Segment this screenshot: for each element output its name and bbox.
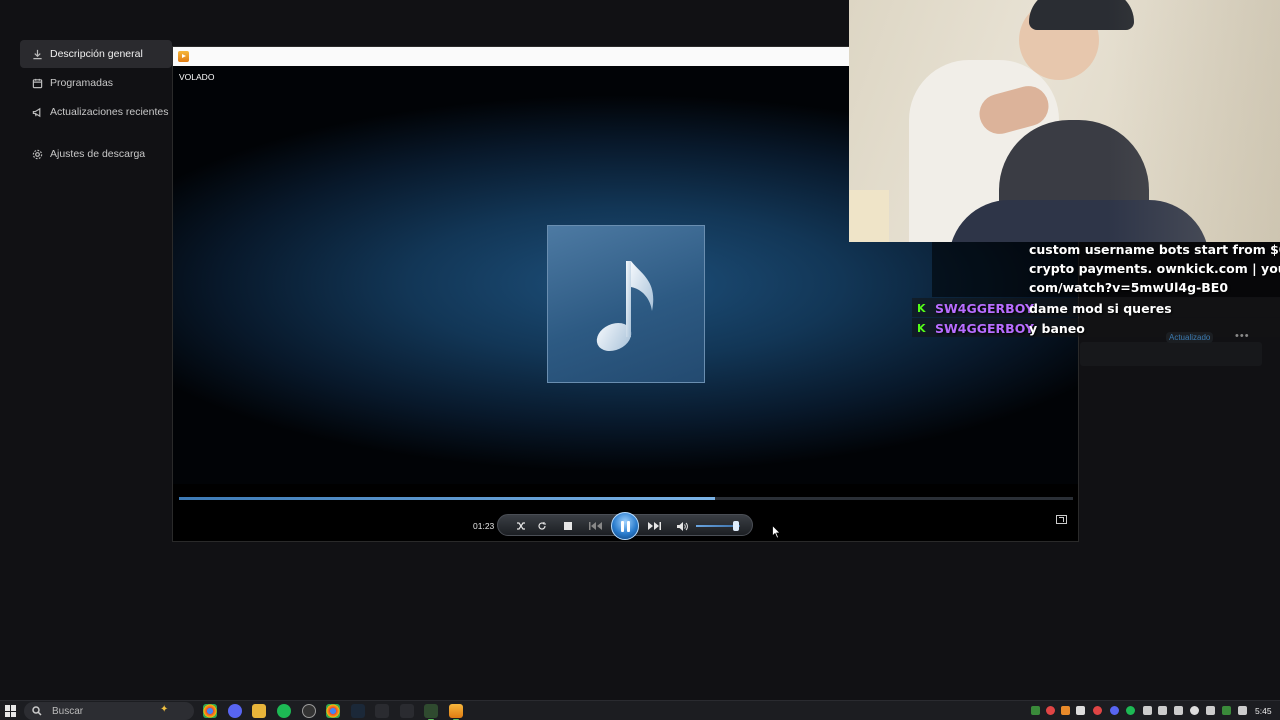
chat-username: SW4GGERBOY [935,301,1034,316]
chat-username: SW4GGERBOY [935,321,1034,336]
steam-app-icon[interactable] [351,704,365,718]
tray-app-icon[interactable] [1158,706,1167,715]
tray-app-icon[interactable] [1143,706,1152,715]
tray-app-icon[interactable] [1031,706,1040,715]
next-icon [648,522,661,530]
chat-promo-line: com/watch?v=5mwUl4g-BE0 [1029,280,1229,295]
windows-start-button[interactable] [5,705,17,717]
next-button[interactable] [646,518,662,534]
mouse-cursor-icon [772,525,781,539]
network-icon[interactable] [1174,706,1183,715]
search-icon [32,706,42,716]
music-note-icon [596,261,654,352]
sidebar-item-label: Ajustes de descarga [50,148,146,160]
tray-app-icon[interactable] [1222,706,1231,715]
previous-icon [589,522,602,530]
tray-app-icon[interactable] [1238,706,1247,715]
shuffle-icon [517,522,525,530]
sidebar-item-label: Programadas [50,77,114,89]
playback-controls [497,512,753,540]
taskbar: Buscar ✦ 5:45 [0,700,1280,720]
webcam-overlay [849,0,1280,242]
fullscreen-button[interactable] [1056,515,1067,524]
sidebar-item-scheduled[interactable]: Programadas [20,69,172,97]
repeat-button[interactable] [534,518,550,534]
updated-badge: Actualizado [1166,332,1214,343]
tray-app-icon[interactable] [1206,706,1215,715]
chrome-profile-app-icon[interactable] [326,704,340,718]
sidebar-item-label: Actualizaciones recientes [50,106,169,118]
volume-tray-icon[interactable] [1076,706,1085,715]
album-art [547,225,705,383]
shuffle-button[interactable] [513,518,529,534]
tool-app-icon[interactable] [375,704,389,718]
stop-icon [564,522,572,530]
spotify-app-icon[interactable] [277,704,291,718]
stop-button[interactable] [560,518,576,534]
media-player-icon [178,51,189,62]
media-player-app-icon[interactable] [449,704,463,720]
file-explorer-icon[interactable] [252,704,266,718]
seek-bar[interactable] [179,497,1073,500]
kick-badge-icon: K [917,322,926,335]
elapsed-time: 01:23 [473,521,495,531]
discord-tray-icon[interactable] [1110,706,1119,715]
seek-progress [179,497,716,500]
pause-button[interactable] [611,512,639,540]
gear-icon [30,147,44,161]
speaker-icon [676,521,688,531]
download-icon [30,47,44,61]
chat-promo-line: crypto payments. ownkick.com | youtub [1029,261,1280,276]
chat-message-text: dame mod si queres [1029,301,1172,316]
calendar-icon [30,76,44,90]
search-placeholder: Buscar [52,705,84,717]
chat-message-text: y baneo [1029,321,1085,336]
kick-badge-icon: K [917,302,926,315]
more-options-button[interactable]: ••• [1235,330,1250,342]
repeat-icon [538,522,546,530]
chrome-app-icon[interactable] [203,704,217,718]
back-app-icon[interactable] [400,704,414,718]
tray-app-icon[interactable] [1046,706,1055,715]
pause-icon [620,520,624,532]
discord-app-icon[interactable] [228,704,242,718]
mute-button[interactable] [674,518,690,534]
sidebar-item-recent-updates[interactable]: Actualizaciones recientes [20,98,172,126]
track-title: VOLADO [179,72,215,82]
terminal-app-icon[interactable] [424,704,438,720]
megaphone-icon [30,105,44,119]
sidebar: Descripción general Programadas Actualiz… [20,40,172,169]
copilot-sparkle-icon: ✦ [160,704,169,715]
system-clock[interactable]: 5:45 [1255,706,1272,716]
taskbar-search[interactable]: Buscar [24,702,194,720]
background-card [1080,342,1262,366]
spotify-tray-icon[interactable] [1126,706,1135,715]
sidebar-item-download-settings[interactable]: Ajustes de descarga [20,140,172,168]
microphone-icon[interactable] [1190,706,1199,715]
chat-promo-line: custom username bots start from $0.1 [1029,242,1280,257]
sidebar-item-overview[interactable]: Descripción general [20,40,172,68]
volume-knob[interactable] [732,521,739,531]
sidebar-item-label: Descripción general [50,48,143,60]
previous-button[interactable] [588,518,604,534]
obs-app-icon[interactable] [302,704,316,718]
tray-app-icon[interactable] [1061,706,1070,715]
tray-app-icon[interactable] [1093,706,1102,715]
